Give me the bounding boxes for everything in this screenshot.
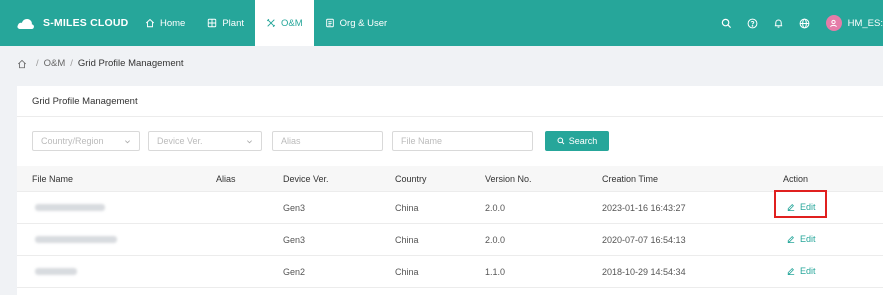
notifications-button[interactable] — [768, 0, 790, 46]
content-card: Grid Profile Management Country/Region D… — [17, 86, 883, 295]
redacted-file-name — [35, 268, 77, 275]
search-icon — [557, 137, 565, 145]
cell-creation-time: 2018-10-29 14:54:34 — [602, 267, 686, 277]
cell-country: China — [395, 235, 419, 245]
cell-version-no: 2.0.0 — [485, 203, 506, 213]
user-name[interactable]: HM_ES: — [848, 18, 883, 29]
column-header-country: Country — [395, 174, 427, 184]
brand[interactable]: S-MILES CLOUD — [0, 17, 134, 30]
search-button[interactable] — [716, 0, 738, 46]
breadcrumb-current: Grid Profile Management — [77, 58, 184, 69]
search-button[interactable]: Search — [545, 131, 609, 151]
column-header-alias: Alias — [216, 174, 236, 184]
column-header-device-ver: Device Ver. — [283, 174, 329, 184]
breadcrumb: / O&M / Grid Profile Management — [17, 58, 184, 69]
nav-item-home[interactable]: Home — [134, 0, 196, 46]
help-icon — [747, 18, 758, 28]
select-placeholder: Country/Region — [41, 136, 104, 146]
avatar[interactable] — [825, 15, 842, 31]
nav-label: Plant — [222, 17, 244, 29]
column-header-file-name: File Name — [32, 174, 74, 184]
column-header-version-no: Version No. — [485, 174, 532, 184]
alias-input[interactable]: Alias — [272, 131, 383, 151]
globe-icon — [799, 18, 810, 28]
home-icon[interactable] — [17, 59, 27, 69]
cell-version-no: 2.0.0 — [485, 235, 506, 245]
brand-name: S-MILES CLOUD — [43, 17, 129, 29]
cell-country: China — [395, 267, 419, 277]
device-ver-select[interactable]: Device Ver. — [148, 131, 262, 151]
cloud-logo-icon — [17, 18, 34, 29]
help-button[interactable] — [742, 0, 764, 46]
document-icon — [325, 18, 334, 28]
language-button[interactable] — [794, 0, 816, 46]
cell-device-ver: Gen3 — [283, 235, 306, 245]
tools-icon — [266, 18, 276, 28]
table-header: File Name Alias Device Ver. Country Vers… — [17, 166, 883, 192]
cell-creation-time: 2023-01-16 16:43:27 — [602, 203, 686, 213]
user-icon — [830, 19, 837, 27]
nav-item-org-user[interactable]: Org & User — [314, 0, 399, 46]
country-region-select[interactable]: Country/Region — [32, 131, 140, 151]
search-icon — [721, 18, 732, 28]
pencil-icon — [787, 236, 795, 243]
input-placeholder: Alias — [281, 136, 301, 146]
edit-button[interactable]: Edit — [787, 234, 816, 244]
column-header-creation-time: Creation Time — [602, 174, 659, 184]
cell-device-ver: Gen2 — [283, 267, 306, 277]
table-row: Gen2 China 1.1.0 2018-10-29 14:54:34 Edi… — [17, 256, 883, 288]
home-icon — [145, 18, 155, 28]
nav-label: O&M — [281, 17, 303, 29]
table-row: Gen3 China 2.0.0 2020-07-07 16:54:13 Edi… — [17, 224, 883, 256]
edit-highlight-box — [774, 190, 827, 218]
edit-button[interactable]: Edit — [787, 266, 816, 276]
edit-label: Edit — [800, 266, 816, 276]
main-nav: Home Plant O&M Org & User — [134, 0, 398, 46]
page-title: Grid Profile Management — [32, 96, 138, 107]
input-placeholder: File Name — [401, 136, 443, 146]
cell-device-ver: Gen3 — [283, 203, 306, 213]
breadcrumb-separator: / — [70, 58, 73, 69]
chevron-down-icon — [125, 140, 130, 144]
file-name-input[interactable]: File Name — [392, 131, 533, 151]
pencil-icon — [787, 268, 795, 275]
nav-item-plant[interactable]: Plant — [196, 0, 255, 46]
breadcrumb-item-om[interactable]: O&M — [44, 58, 66, 69]
cell-version-no: 1.1.0 — [485, 267, 506, 277]
edit-label: Edit — [800, 234, 816, 244]
divider — [17, 116, 883, 117]
bell-icon — [774, 19, 783, 28]
redacted-file-name — [35, 236, 117, 243]
search-label: Search — [568, 136, 598, 146]
grid-icon — [208, 18, 217, 28]
nav-label: Home — [160, 17, 186, 29]
breadcrumb-separator: / — [36, 58, 39, 69]
chevron-down-icon — [247, 140, 252, 144]
nav-item-om[interactable]: O&M — [255, 0, 314, 46]
header-actions: HM_ES: — [712, 0, 883, 46]
select-placeholder: Device Ver. — [157, 136, 203, 146]
redacted-file-name — [35, 204, 105, 211]
table-row: Gen3 China 2.0.0 2023-01-16 16:43:27 Edi… — [17, 192, 883, 224]
cell-country: China — [395, 203, 419, 213]
top-navbar: S-MILES CLOUD Home Plant O&M Org & User — [0, 0, 883, 46]
cell-creation-time: 2020-07-07 16:54:13 — [602, 235, 686, 245]
nav-label: Org & User — [339, 17, 388, 29]
column-header-action: Action — [783, 174, 809, 184]
